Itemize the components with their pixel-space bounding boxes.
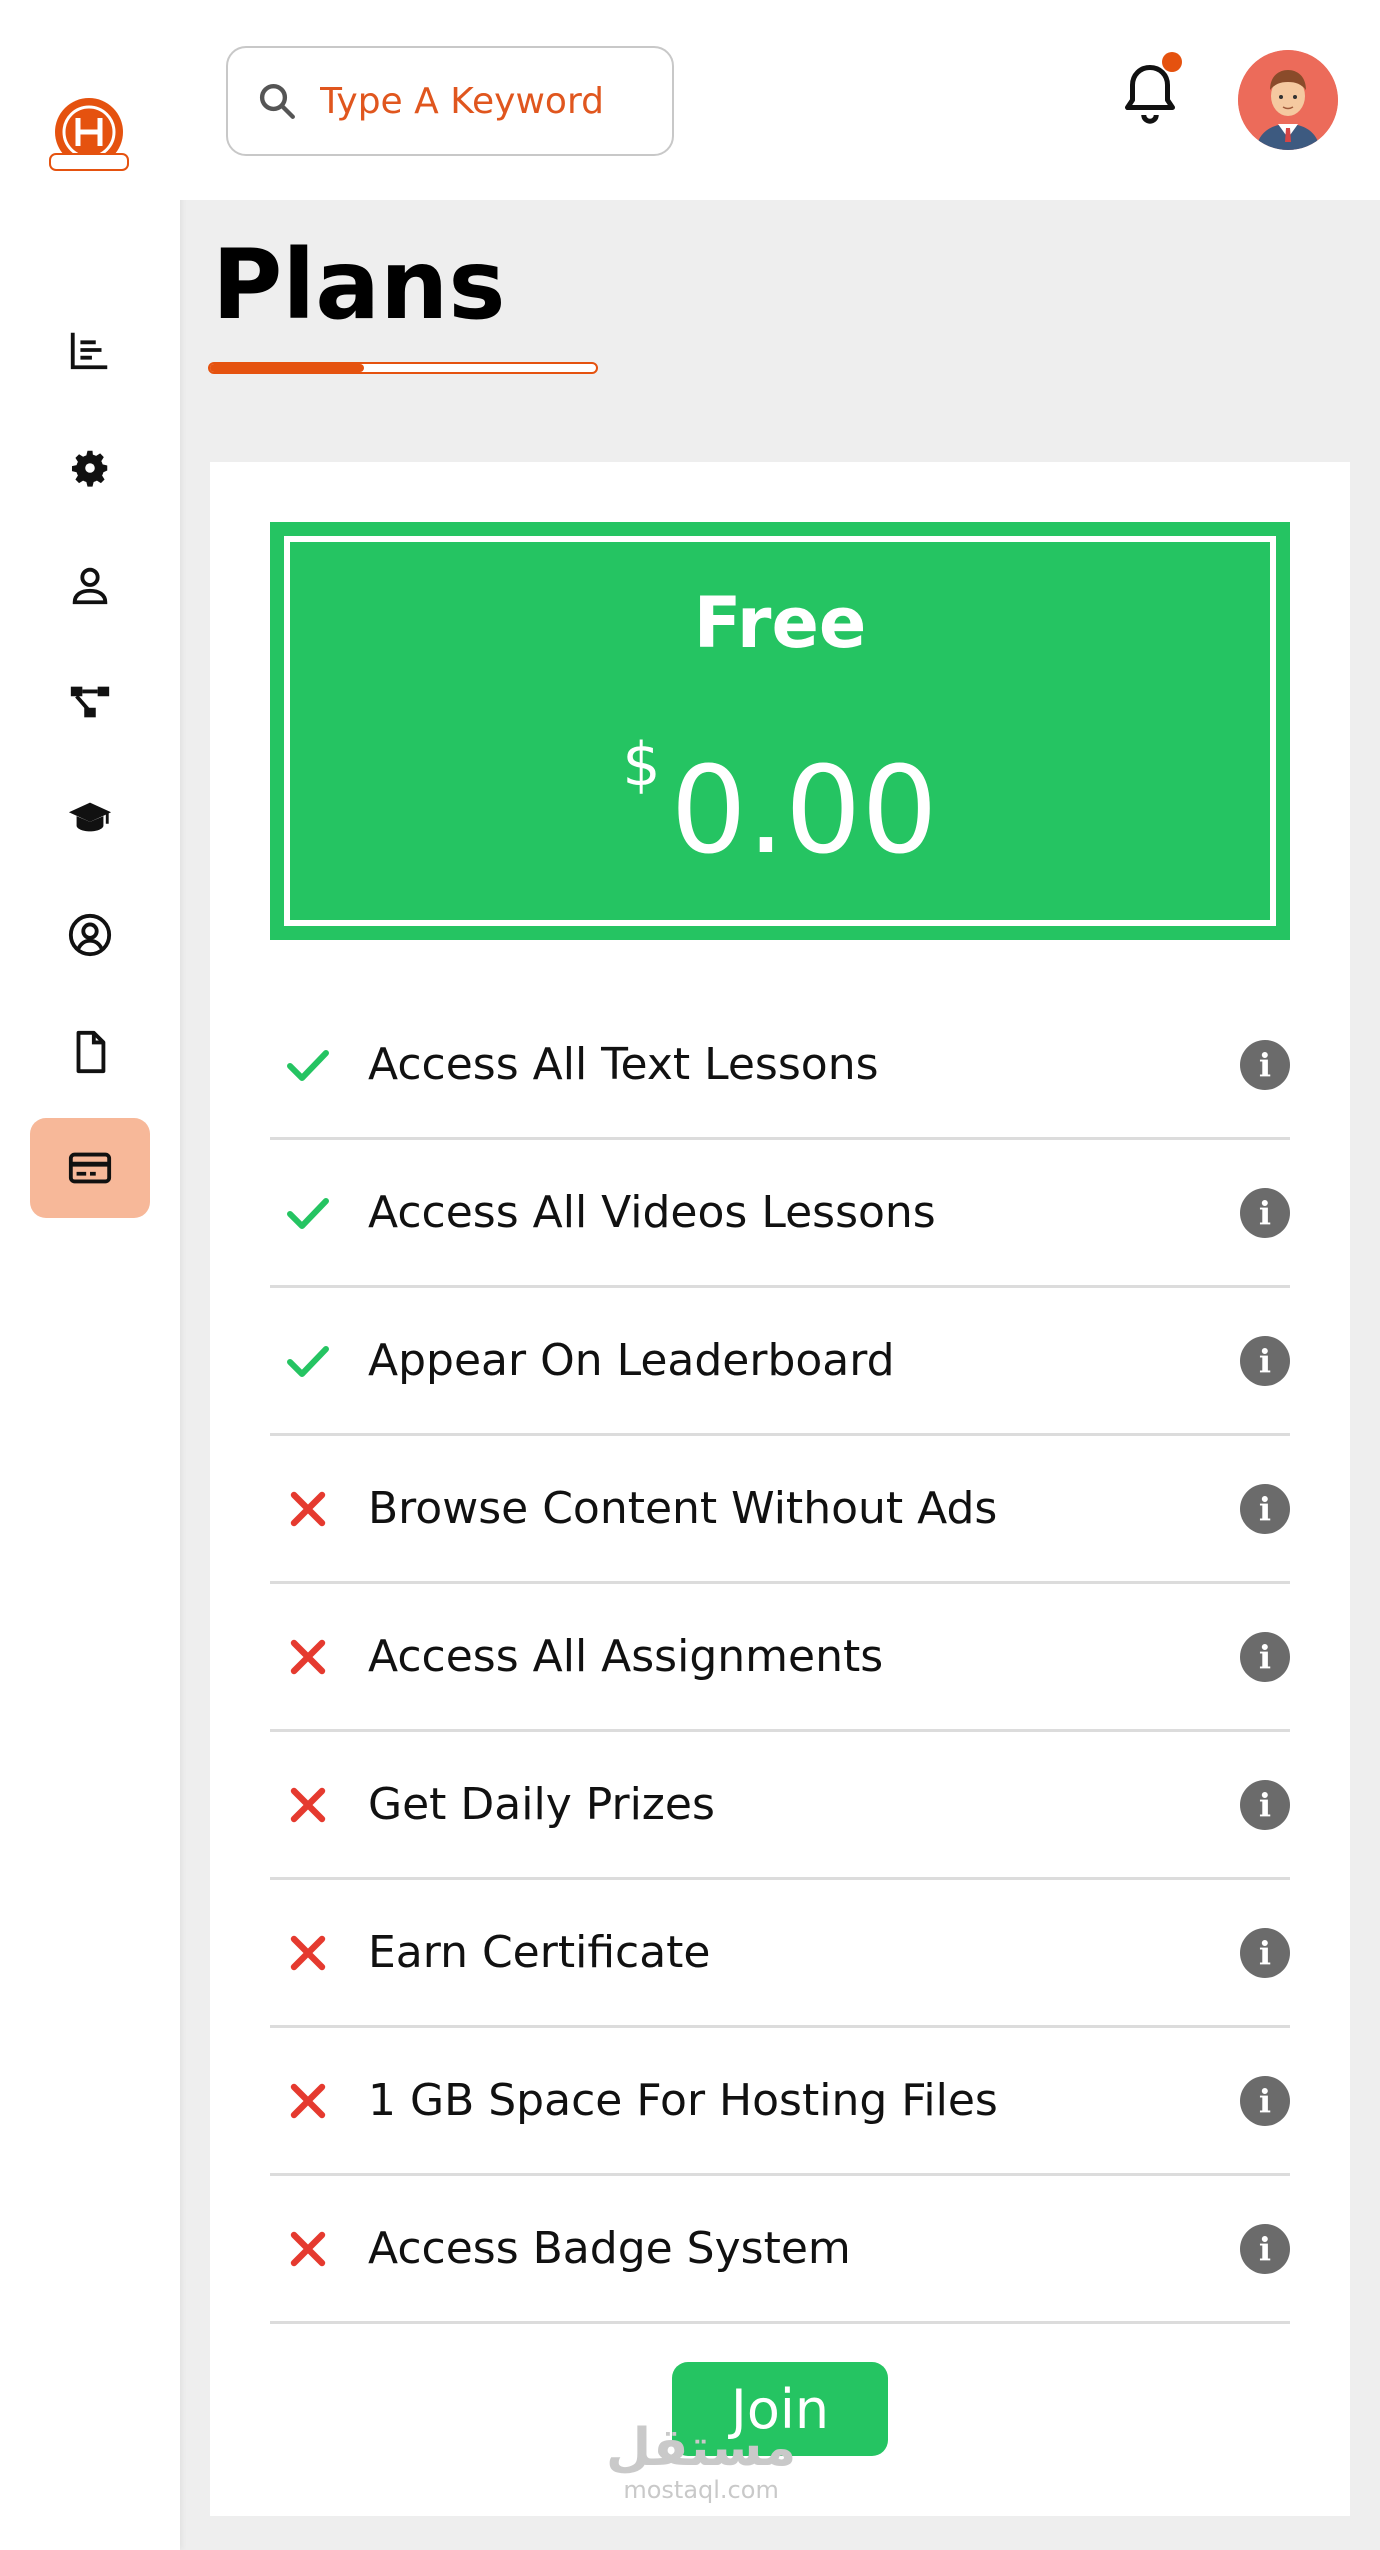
sidebar-item-friends[interactable] <box>30 885 150 985</box>
feature-label: 1 GB Space For Hosting Files <box>368 2075 998 2126</box>
gear-icon <box>71 450 108 487</box>
avatar-icon <box>1238 50 1338 150</box>
plan-card: Free $0.00 Access All Text Lessons i Acces… <box>210 462 1350 2516</box>
feature-row: Access Badge System i <box>270 2176 1290 2324</box>
info-icon[interactable]: i <box>1240 1779 1290 1830</box>
chart-bar-icon <box>70 332 108 370</box>
check-icon <box>278 1189 338 1237</box>
info-icon[interactable]: i <box>1240 2223 1290 2274</box>
info-icon[interactable]: i <box>1240 2075 1290 2126</box>
sidebar-item-dashboard[interactable] <box>30 300 150 400</box>
info-icon[interactable]: i <box>1240 1187 1290 1238</box>
feature-label: Access All Videos Lessons <box>368 1187 936 1238</box>
plan-currency: $ <box>622 730 661 800</box>
info-icon[interactable]: i <box>1240 1927 1290 1978</box>
sidebar-item-plans[interactable] <box>30 1118 150 1218</box>
feature-row: Access All Text Lessons i <box>270 992 1290 1140</box>
feature-label: Earn Certificate <box>368 1927 711 1978</box>
feature-row: Access All Videos Lessons i <box>270 1140 1290 1288</box>
cross-icon <box>278 1781 338 1829</box>
feature-row: Appear On Leaderboard i <box>270 1288 1290 1436</box>
info-icon[interactable]: i <box>1240 1631 1290 1682</box>
sidebar-item-settings[interactable] <box>30 418 150 518</box>
notification-badge <box>1162 52 1182 72</box>
feature-label: Get Daily Prizes <box>368 1779 715 1830</box>
check-icon <box>278 1337 338 1385</box>
check-icon <box>278 1041 338 1089</box>
feature-row: Browse Content Without Ads i <box>270 1436 1290 1584</box>
watermark-arabic: مستقل <box>606 2418 797 2478</box>
sidebar-item-projects[interactable] <box>30 652 150 752</box>
cross-icon <box>278 1485 338 1533</box>
search-input[interactable] <box>320 80 640 122</box>
file-icon <box>76 1030 106 1074</box>
plan-amount: 0.00 <box>670 742 938 881</box>
plan-name: Free <box>693 582 867 664</box>
sidebar-item-courses[interactable] <box>30 768 150 868</box>
feature-row: Get Daily Prizes i <box>270 1732 1290 1880</box>
title-underline-fill <box>210 364 365 372</box>
credit-card-icon <box>68 1152 112 1184</box>
search-icon <box>259 83 295 119</box>
user-icon <box>72 567 108 605</box>
watermark-latin: mostaql.com <box>623 2476 779 2504</box>
page-title: Plans <box>212 229 506 341</box>
avatar[interactable] <box>1238 50 1338 150</box>
feature-label: Access All Text Lessons <box>368 1039 879 1090</box>
logo[interactable] <box>46 96 132 176</box>
header <box>180 0 1380 200</box>
sidebar <box>0 0 180 2550</box>
plan-price: $0.00 <box>290 730 1270 881</box>
user-circle-icon <box>68 913 112 957</box>
info-icon[interactable]: i <box>1240 1483 1290 1534</box>
plan-header-frame: Free $0.00 <box>284 536 1276 926</box>
feature-row: 1 GB Space For Hosting Files i <box>270 2028 1290 2176</box>
notification-button[interactable] <box>1120 60 1190 140</box>
cross-icon <box>278 1633 338 1681</box>
graduation-cap-icon <box>68 802 112 832</box>
feature-label: Access All Assignments <box>368 1631 884 1682</box>
feature-label: Access Badge System <box>368 2223 851 2274</box>
feature-label: Browse Content Without Ads <box>368 1483 998 1534</box>
cross-icon <box>278 1929 338 1977</box>
feature-row: Earn Certificate i <box>270 1880 1290 2028</box>
logo-icon <box>49 98 129 171</box>
feature-list: Access All Text Lessons i Access All Video… <box>270 992 1290 2324</box>
info-icon[interactable]: i <box>1240 1039 1290 1090</box>
feature-row: Access All Assignments i <box>270 1584 1290 1732</box>
search-box[interactable] <box>226 46 674 156</box>
feature-label: Appear On Leaderboard <box>368 1335 895 1386</box>
title-underline <box>208 362 598 374</box>
cross-icon <box>278 2225 338 2273</box>
project-diagram-icon <box>70 686 110 718</box>
plan-header: Free $0.00 <box>270 522 1290 940</box>
sidebar-item-profile[interactable] <box>30 535 150 635</box>
info-icon[interactable]: i <box>1240 1335 1290 1386</box>
watermark: مستقل mostaql.com <box>606 2420 796 2504</box>
cross-icon <box>278 2077 338 2125</box>
sidebar-item-files[interactable] <box>30 1002 150 1102</box>
